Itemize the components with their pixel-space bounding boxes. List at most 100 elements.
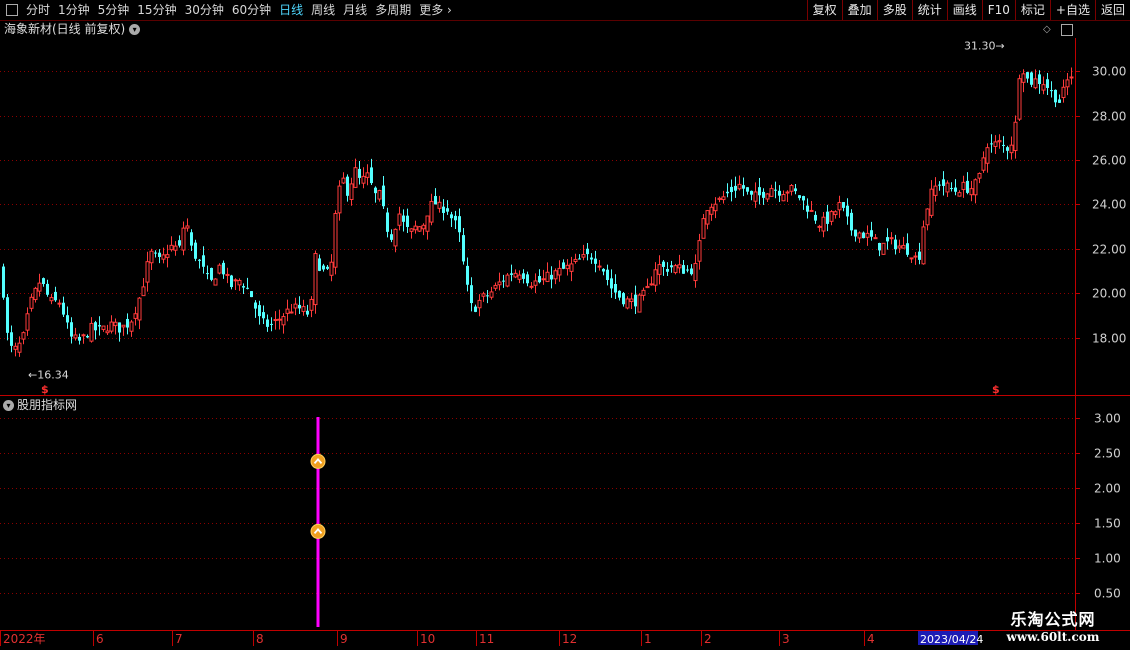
candle-body [21, 332, 26, 340]
candle-body [1038, 74, 1041, 84]
candle-body [742, 185, 745, 189]
time-tick-label: 6 [96, 632, 104, 646]
candle-body [118, 322, 121, 333]
candle-body [798, 195, 801, 199]
candle-body [802, 196, 805, 201]
candle-body [765, 193, 770, 200]
candle-body [734, 185, 737, 191]
candle-body [789, 185, 794, 192]
signal-mark: $ [992, 383, 1000, 396]
candle-body [957, 192, 962, 197]
candle-body [513, 272, 518, 278]
candle-body [137, 297, 142, 321]
candle-body [94, 322, 97, 331]
candle-body [158, 252, 161, 257]
candle-body [81, 334, 86, 337]
candle-body [54, 291, 57, 301]
price-tick-label: 18.00 [1092, 332, 1126, 346]
candle-body [113, 321, 118, 327]
candle-body [610, 278, 613, 289]
candle-body [337, 185, 342, 214]
candle-body [538, 276, 541, 283]
candle-body [437, 201, 442, 209]
candle-body [894, 239, 897, 250]
candle-body [762, 191, 765, 198]
candle-body [929, 188, 934, 216]
candle-body [341, 177, 346, 184]
candle-body [190, 232, 193, 246]
candle-body [133, 313, 138, 319]
candle-body [781, 194, 786, 202]
candle-body [198, 259, 201, 261]
candle-body [510, 273, 513, 275]
candle-body [329, 261, 334, 276]
candle-body [769, 188, 774, 197]
candle-body [442, 206, 445, 213]
candle-body [670, 265, 673, 268]
candle-body [37, 282, 42, 292]
watermark: 乐淘公式网 www.60lt.com [986, 606, 1120, 644]
candle-body [821, 216, 826, 232]
candle-body [434, 196, 437, 205]
signal-mark: $ [41, 383, 49, 396]
candle-body [1009, 144, 1014, 154]
candle-body [246, 287, 249, 289]
candle-body [29, 296, 34, 309]
candle-body [393, 228, 398, 247]
candle-body [222, 262, 225, 275]
candle-body [614, 284, 617, 293]
candle-body [293, 303, 298, 309]
candle-body [686, 269, 689, 271]
candle-body [413, 225, 418, 231]
time-tick-label: 12 [562, 632, 577, 646]
candle-body [618, 290, 621, 298]
candle-body [701, 218, 706, 239]
signal-up-icon [310, 453, 326, 469]
candle-body [814, 214, 817, 221]
candle-body [870, 230, 873, 237]
candle-body [590, 257, 593, 260]
candle-body [545, 271, 550, 283]
time-tick-label: 1 [644, 632, 652, 646]
candle-body [10, 332, 13, 346]
candle-body [429, 200, 434, 223]
price-tick-label: 24.00 [1092, 198, 1126, 212]
candle-body [141, 286, 146, 297]
indicator-tick-label: 0.50 [1094, 587, 1121, 601]
candle-body [477, 299, 482, 309]
candle-body [981, 157, 986, 171]
candle-body [165, 254, 170, 258]
candle-body [98, 325, 101, 327]
time-tick-label: 11 [479, 632, 494, 646]
candle-body [313, 253, 318, 306]
candle-body [806, 205, 809, 212]
price-tick-label: 30.00 [1092, 65, 1126, 79]
candle-body [862, 232, 865, 239]
indicator-tick-label: 1.50 [1094, 517, 1121, 531]
candle-body [421, 224, 426, 230]
candle-body [105, 330, 110, 334]
candle-body [446, 208, 449, 212]
candle-body [481, 293, 486, 297]
candle-body [886, 237, 889, 242]
chart-canvas[interactable]: 18.0020.0022.0024.0026.0028.0030.000.501… [0, 0, 1130, 650]
candle-body [1017, 78, 1022, 120]
price-tick-label: 20.00 [1092, 287, 1126, 301]
candle-body [322, 265, 325, 270]
candle-body [397, 213, 402, 226]
candle-body [690, 268, 693, 275]
candle-body [358, 168, 361, 178]
candle-body [809, 209, 814, 212]
candle-body [1033, 78, 1038, 89]
candle-body [662, 261, 665, 267]
candle-body [541, 278, 546, 281]
candle-body [653, 269, 658, 286]
candle-body [262, 312, 265, 319]
candle-body [697, 240, 702, 262]
candle-body [390, 234, 393, 240]
candle-body [382, 185, 385, 207]
price-tick-label: 28.00 [1092, 110, 1126, 124]
candle-body [1030, 72, 1033, 85]
candle-body [73, 334, 78, 339]
candle-body [713, 203, 718, 212]
